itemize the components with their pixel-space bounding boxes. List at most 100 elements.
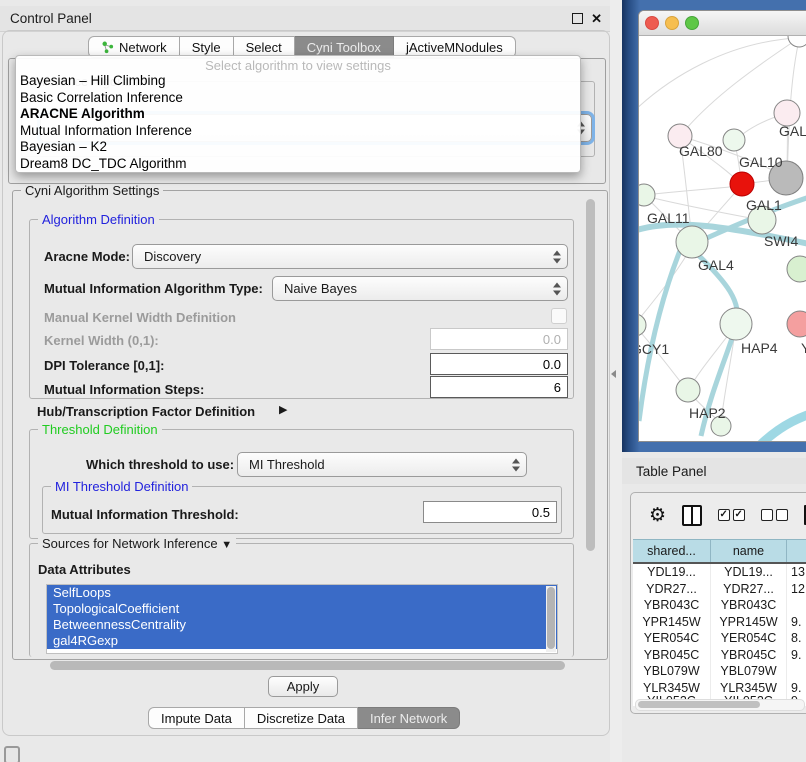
table-row[interactable]: YBR045CYBR045C9. xyxy=(633,647,806,664)
cell: YBL079W xyxy=(633,663,711,680)
mi-threshold-label: Mutual Information Threshold: xyxy=(51,507,239,522)
network-canvas[interactable]: GAL GAL80 GAL10 GAL1 GAL11 SWI4 GAL4 GCY… xyxy=(639,36,806,442)
tab-cyni-toolbox-label: Cyni Toolbox xyxy=(307,40,381,55)
mac-minimize-button[interactable] xyxy=(665,16,679,30)
panel-divider[interactable] xyxy=(610,0,622,762)
tab-infer-network[interactable]: Infer Network xyxy=(358,707,460,729)
popup-placeholder: Select algorithm to view settings xyxy=(16,58,580,73)
table-row[interactable]: YER054CYER054C8. xyxy=(633,630,806,647)
cell: YBR043C xyxy=(711,597,787,614)
node-table: shared... name A YDL19...YDL19...13 YDR2… xyxy=(633,539,806,706)
popup-item[interactable]: Bayesian – K2 xyxy=(16,139,580,156)
cell: YBL079W xyxy=(711,663,787,680)
kernel-width-field[interactable] xyxy=(430,328,568,350)
algorithm-definition-group: Algorithm Definition Aracne Mode: Discov… xyxy=(29,219,574,399)
threshold-definition-title: Threshold Definition xyxy=(38,422,162,437)
minimized-panel-icon[interactable] xyxy=(4,746,20,762)
node-label: Y xyxy=(801,340,806,356)
table-toolbar: ⚙ ✓ ✓ xyxy=(631,493,806,537)
close-panel-icon[interactable]: ✕ xyxy=(591,14,602,24)
settings-vertical-scrollbar[interactable] xyxy=(585,197,597,655)
mac-close-button[interactable] xyxy=(645,16,659,30)
algorithm-definition-title: Algorithm Definition xyxy=(38,212,159,227)
which-threshold-value: MI Threshold xyxy=(249,457,325,472)
cyni-bottom-tabs: Impute Data Discretize Data Infer Networ… xyxy=(148,707,460,729)
tab-impute-data[interactable]: Impute Data xyxy=(148,707,245,729)
node[interactable] xyxy=(788,36,806,47)
cell: YER054C xyxy=(633,630,711,647)
node-gal10[interactable] xyxy=(723,129,745,151)
split-columns-icon[interactable] xyxy=(682,505,702,526)
node-gal1[interactable] xyxy=(730,172,754,196)
tab-jactivemnodules-label: jActiveMNodules xyxy=(406,40,503,55)
list-scrollbar[interactable] xyxy=(546,586,556,652)
threshold-definition-group: Threshold Definition Which threshold to … xyxy=(29,429,574,539)
aracne-mode-value: Discovery xyxy=(144,249,201,264)
table-row[interactable]: YPR145WYPR145W9. xyxy=(633,614,806,631)
column-header[interactable]: name xyxy=(711,540,787,562)
network-desktop: GAL GAL80 GAL10 GAL1 GAL11 SWI4 GAL4 GCY… xyxy=(622,0,806,452)
popup-item[interactable]: Basic Correlation Inference xyxy=(16,90,580,107)
select-all-checks-icon[interactable]: ✓ ✓ xyxy=(718,509,745,521)
column-header[interactable]: A xyxy=(787,540,806,562)
table-row[interactable]: YBR043CYBR043C xyxy=(633,597,806,614)
node[interactable] xyxy=(787,256,806,282)
table-row[interactable]: YBL079WYBL079W xyxy=(633,663,806,680)
mi-steps-label: Mutual Information Steps: xyxy=(44,382,204,397)
node-hap4[interactable] xyxy=(720,308,752,340)
manual-kernel-checkbox[interactable] xyxy=(551,308,567,324)
list-item[interactable]: BetweennessCentrality xyxy=(47,617,557,633)
aracne-mode-combobox[interactable]: Discovery xyxy=(132,244,568,269)
node-gcy1[interactable] xyxy=(639,314,646,336)
mi-threshold-field[interactable] xyxy=(423,501,557,523)
cell: 8. xyxy=(787,630,806,647)
gear-icon[interactable]: ⚙ xyxy=(649,505,666,525)
node-gal11[interactable] xyxy=(639,184,655,206)
table-row[interactable]: YDL19...YDL19...13 xyxy=(633,564,806,581)
node-gal4[interactable] xyxy=(676,226,708,258)
cyni-algorithm-settings-group: Cyni Algorithm Settings Algorithm Defini… xyxy=(12,190,608,660)
tab-discretize-data[interactable]: Discretize Data xyxy=(245,707,358,729)
combo-arrows-icon xyxy=(552,282,562,295)
data-attributes-label: Data Attributes xyxy=(38,562,131,577)
collapse-left-icon[interactable] xyxy=(611,370,616,378)
tab-infer-network-label: Infer Network xyxy=(370,711,447,726)
node-hap2[interactable] xyxy=(676,378,700,402)
dpi-tolerance-field[interactable] xyxy=(430,353,568,375)
which-threshold-combobox[interactable]: MI Threshold xyxy=(237,452,527,477)
which-threshold-label: Which threshold to use: xyxy=(86,457,234,472)
mi-type-combobox[interactable]: Naive Bayes xyxy=(272,276,568,301)
expand-right-icon[interactable]: ▶ xyxy=(279,403,287,416)
tab-select-label: Select xyxy=(246,40,282,55)
table-row[interactable]: YDR27...YDR27...12 xyxy=(633,581,806,598)
apply-button[interactable]: Apply xyxy=(268,676,338,697)
popup-item[interactable]: Mutual Information Inference xyxy=(16,123,580,140)
list-item[interactable]: SelfLoops xyxy=(47,585,557,601)
settings-horizontal-scrollbar[interactable] xyxy=(50,661,565,670)
unchecked-box-icon xyxy=(761,509,773,521)
cell: YDR27... xyxy=(633,581,711,598)
sources-group-title[interactable]: Sources for Network Inference ▼ xyxy=(38,536,236,551)
tab-discretize-data-label: Discretize Data xyxy=(257,711,345,726)
list-item[interactable]: TopologicalCoefficient xyxy=(47,601,557,617)
combo-arrows-icon xyxy=(552,250,562,263)
table-horizontal-scrollbar[interactable] xyxy=(635,699,805,711)
list-item[interactable]: gal4RGexp xyxy=(47,633,557,649)
float-panel-icon[interactable] xyxy=(572,13,583,24)
cell: YBR045C xyxy=(633,647,711,664)
mac-zoom-button[interactable] xyxy=(685,16,699,30)
hub-definition-expander-label[interactable]: Hub/Transcription Factor Definition xyxy=(37,404,255,419)
algorithm-dropdown-popup: Select algorithm to view settings Bayesi… xyxy=(15,55,581,173)
column-header[interactable]: shared... xyxy=(633,540,711,562)
mi-steps-field[interactable] xyxy=(430,376,568,398)
popup-item[interactable]: Bayesian – Hill Climbing xyxy=(16,73,580,90)
clear-checks-icon[interactable] xyxy=(761,509,788,521)
table-row[interactable]: YLR345WYLR345W9. xyxy=(633,680,806,697)
node-label: GAL80 xyxy=(679,143,723,159)
network-tab-icon xyxy=(101,41,114,54)
popup-item-selected[interactable]: ARACNE Algorithm xyxy=(16,106,580,123)
node-salmon[interactable] xyxy=(787,311,806,337)
popup-item[interactable]: Dream8 DC_TDC Algorithm xyxy=(16,156,580,173)
control-panel-title: Control Panel xyxy=(10,11,92,26)
checked-box-icon: ✓ xyxy=(733,509,745,521)
